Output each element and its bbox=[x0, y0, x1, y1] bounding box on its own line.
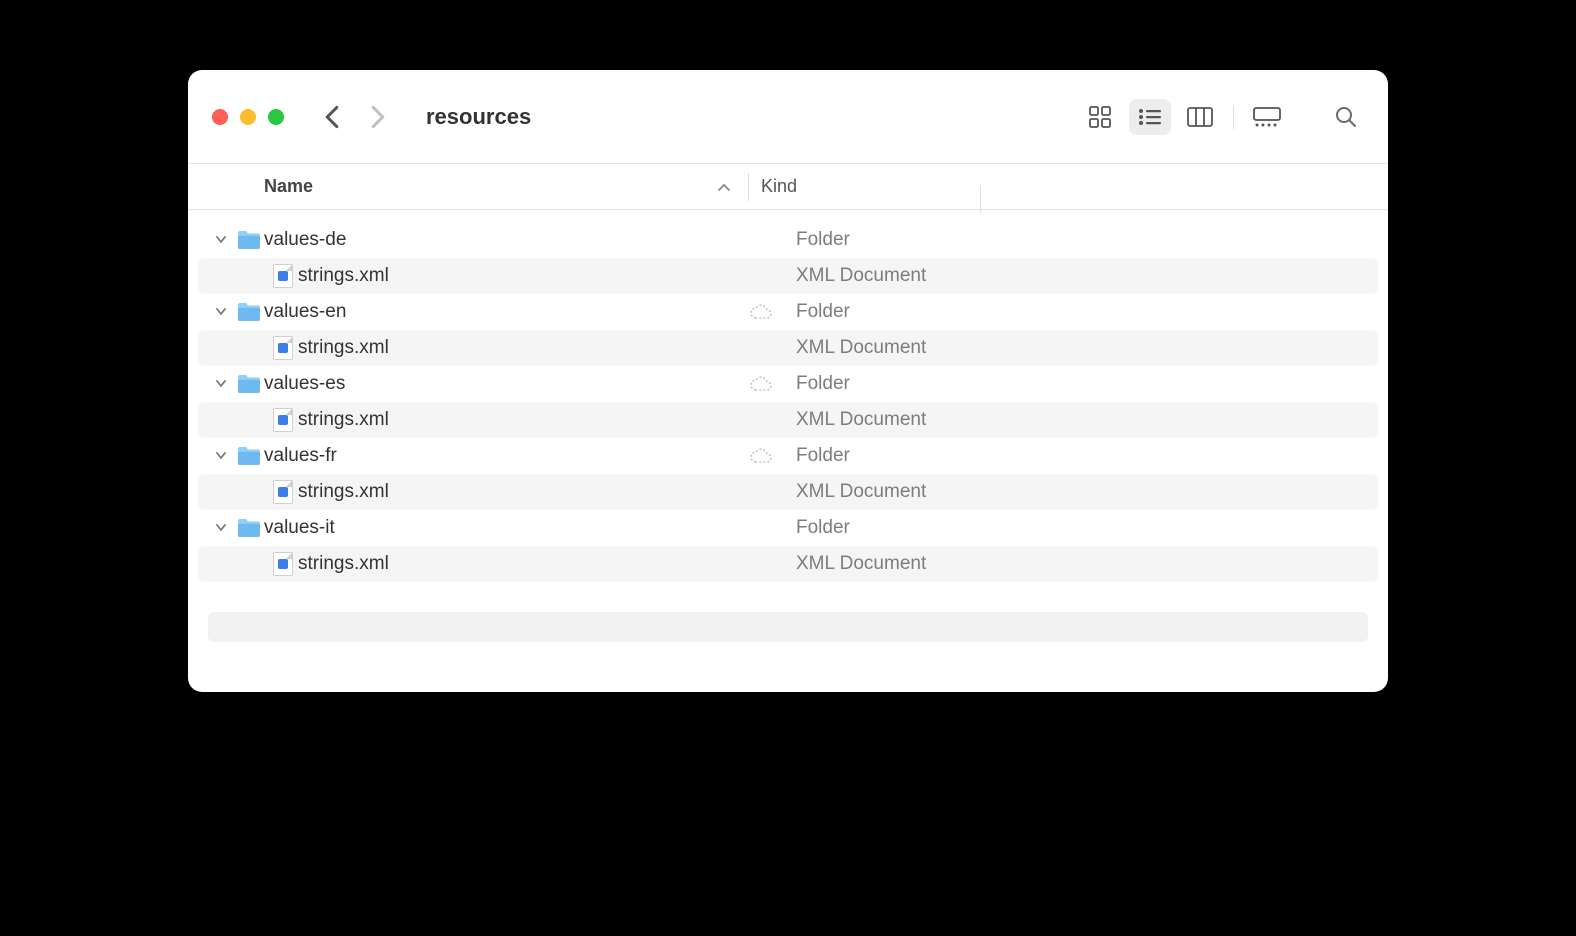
folder-icon bbox=[234, 230, 264, 250]
folder-icon bbox=[234, 302, 264, 322]
window-title: resources bbox=[426, 104, 1079, 130]
item-kind: Folder bbox=[784, 445, 850, 467]
status-bar bbox=[208, 612, 1368, 642]
minimize-button[interactable] bbox=[240, 109, 256, 125]
column-header-kind[interactable]: Kind bbox=[749, 176, 981, 197]
folder-icon bbox=[234, 446, 264, 466]
folder-icon bbox=[234, 518, 264, 538]
folder-row[interactable]: values-fr Folder bbox=[198, 438, 1378, 474]
xml-file-icon bbox=[268, 336, 298, 360]
item-kind: XML Document bbox=[784, 409, 926, 431]
file-row[interactable]: strings.xml XML Document bbox=[198, 330, 1378, 366]
file-row[interactable]: strings.xml XML Document bbox=[198, 474, 1378, 510]
column-kind-label: Kind bbox=[761, 176, 797, 196]
disclosure-chevron-icon[interactable] bbox=[208, 236, 234, 244]
file-list: values-de Folder strings.xml XML Document va… bbox=[188, 210, 1388, 692]
item-name: strings.xml bbox=[298, 265, 389, 287]
back-button[interactable] bbox=[324, 105, 340, 129]
folder-row[interactable]: values-it Folder bbox=[198, 510, 1378, 546]
item-name: values-en bbox=[264, 301, 346, 323]
item-name: strings.xml bbox=[298, 337, 389, 359]
view-controls bbox=[1079, 99, 1288, 135]
item-name: strings.xml bbox=[298, 409, 389, 431]
cloud-status-icon bbox=[738, 376, 784, 392]
close-button[interactable] bbox=[212, 109, 228, 125]
folder-icon bbox=[234, 374, 264, 394]
item-kind: Folder bbox=[784, 517, 850, 539]
xml-file-icon bbox=[268, 552, 298, 576]
column-header-name[interactable]: Name bbox=[188, 176, 748, 197]
xml-file-icon bbox=[268, 480, 298, 504]
item-kind: Folder bbox=[784, 301, 850, 323]
item-kind: XML Document bbox=[784, 337, 926, 359]
item-name: values-es bbox=[264, 373, 345, 395]
gallery-view-button[interactable] bbox=[1246, 99, 1288, 135]
traffic-lights bbox=[212, 109, 284, 125]
sort-ascending-icon bbox=[718, 176, 730, 197]
forward-button[interactable] bbox=[370, 105, 386, 129]
item-name: strings.xml bbox=[298, 481, 389, 503]
fullscreen-button[interactable] bbox=[268, 109, 284, 125]
folder-row[interactable]: values-en Folder bbox=[198, 294, 1378, 330]
xml-file-icon bbox=[268, 408, 298, 432]
disclosure-chevron-icon[interactable] bbox=[208, 452, 234, 460]
item-name: strings.xml bbox=[298, 553, 389, 575]
disclosure-chevron-icon[interactable] bbox=[208, 524, 234, 532]
finder-window: resources Name bbox=[188, 70, 1388, 692]
file-row[interactable]: strings.xml XML Document bbox=[198, 402, 1378, 438]
xml-file-icon bbox=[268, 264, 298, 288]
item-kind: Folder bbox=[784, 229, 850, 251]
item-kind: Folder bbox=[784, 373, 850, 395]
file-row[interactable]: strings.xml XML Document bbox=[198, 546, 1378, 582]
column-name-label: Name bbox=[264, 176, 313, 197]
folder-row[interactable]: values-es Folder bbox=[198, 366, 1378, 402]
search-button[interactable] bbox=[1328, 99, 1364, 135]
item-kind: XML Document bbox=[784, 553, 926, 575]
folder-row[interactable]: values-de Folder bbox=[198, 222, 1378, 258]
icon-view-button[interactable] bbox=[1079, 99, 1121, 135]
item-name: values-de bbox=[264, 229, 346, 251]
navigation bbox=[324, 105, 386, 129]
item-kind: XML Document bbox=[784, 265, 926, 287]
disclosure-chevron-icon[interactable] bbox=[208, 380, 234, 388]
column-view-button[interactable] bbox=[1179, 99, 1221, 135]
item-kind: XML Document bbox=[784, 481, 926, 503]
list-view-button[interactable] bbox=[1129, 99, 1171, 135]
item-name: values-fr bbox=[264, 445, 337, 467]
cloud-status-icon bbox=[738, 304, 784, 320]
item-name: values-it bbox=[264, 517, 335, 539]
cloud-status-icon bbox=[738, 448, 784, 464]
titlebar: resources bbox=[188, 70, 1388, 164]
file-row[interactable]: strings.xml XML Document bbox=[198, 258, 1378, 294]
divider bbox=[1233, 105, 1234, 129]
column-headers: Name Kind bbox=[188, 164, 1388, 210]
disclosure-chevron-icon[interactable] bbox=[208, 308, 234, 316]
